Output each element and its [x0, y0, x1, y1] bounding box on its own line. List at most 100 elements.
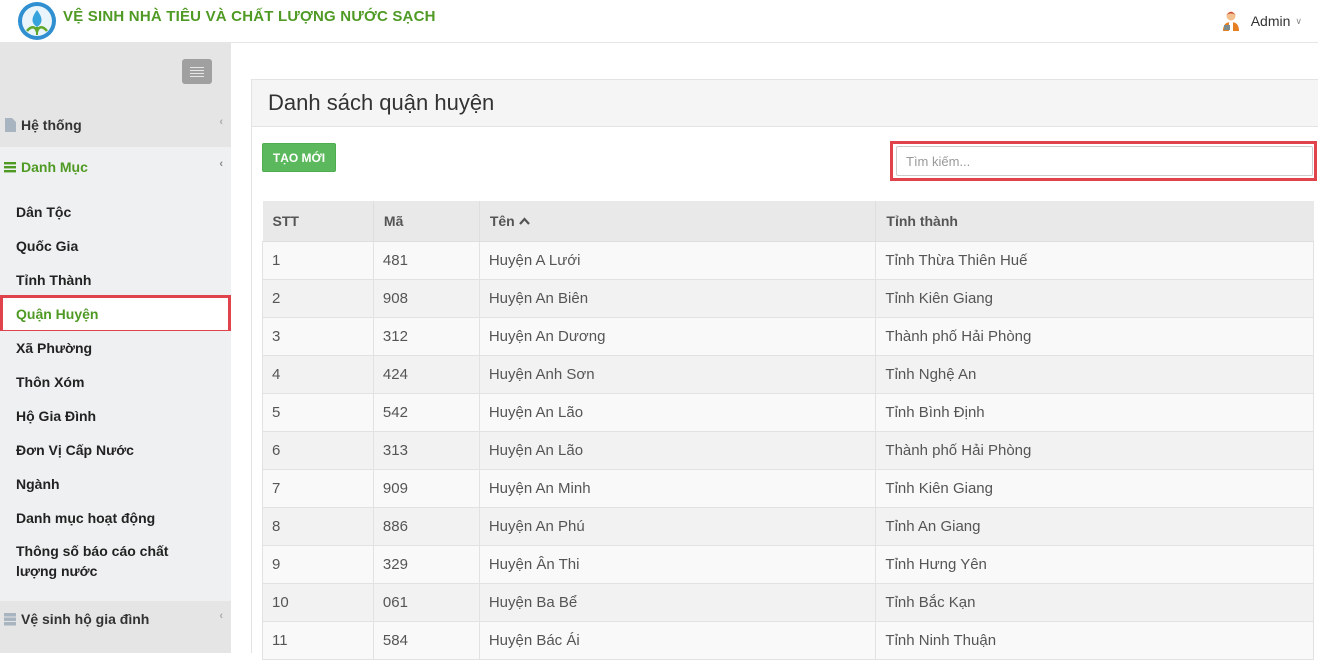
cell-stt: 8	[262, 507, 374, 546]
chevron-down-icon[interactable]: ∨	[1295, 16, 1302, 27]
table-row[interactable]: 5 542 Huyện An Lão Tỉnh Bình Định	[262, 393, 1314, 432]
sidebar-item-xa-phuong[interactable]: Xã Phường	[0, 331, 231, 365]
cell-ten: Huyện An Phú	[478, 507, 876, 546]
table-row[interactable]: 9 329 Huyện Ân Thi Tỉnh Hưng Yên	[262, 545, 1314, 584]
column-header-ma[interactable]: Mã	[372, 201, 480, 242]
cell-stt: 5	[262, 393, 374, 432]
table-body: 1 481 Huyện A Lưới Tỉnh Thừa Thiên Huế 2 908 H…	[262, 241, 1314, 660]
table-header-row: STT Mã Tên Tỉnh thành	[262, 201, 1314, 242]
cell-stt: 6	[262, 431, 374, 470]
cell-ma: 908	[372, 279, 480, 318]
sidebar-group-danh-muc[interactable]: Danh Mục ‹	[0, 147, 231, 187]
cell-ma: 312	[372, 317, 480, 356]
sort-ascending-icon	[518, 217, 530, 225]
sidebar-item-tinh-thanh[interactable]: Tỉnh Thành	[0, 263, 231, 297]
cell-stt: 9	[262, 545, 374, 584]
main-panel: Danh sách quận huyện TẠO MỚI STT Mã Tên …	[251, 79, 1318, 660]
district-table: STT Mã Tên Tỉnh thành 1 481 Huyện A Lưới Tỉ…	[262, 201, 1314, 660]
table-row[interactable]: 4 424 Huyện Anh Sơn Tỉnh Nghệ An	[262, 355, 1314, 394]
logo-icon[interactable]	[17, 1, 57, 41]
user-name[interactable]: Admin	[1251, 13, 1291, 29]
page-title: Danh sách quận huyện	[268, 90, 495, 115]
cell-ma: 424	[372, 355, 480, 394]
cell-tinh-thanh: Thành phố Hải Phòng	[875, 317, 1314, 356]
cell-stt: 2	[262, 279, 374, 318]
chevron-left-icon: ‹	[219, 116, 223, 128]
menu-toggle-button[interactable]	[182, 59, 212, 84]
cell-stt: 7	[262, 469, 374, 508]
cell-tinh-thanh: Tỉnh Kiên Giang	[875, 469, 1314, 508]
hamburger-icon-line	[190, 75, 204, 77]
cell-tinh-thanh: Tỉnh Ninh Thuận	[875, 621, 1314, 660]
server-icon	[4, 613, 16, 626]
search-input[interactable]	[896, 146, 1313, 176]
cell-ma: 329	[372, 545, 480, 584]
sidebar-item-don-vi-cap-nuoc[interactable]: Đơn Vị Cấp Nước	[0, 433, 231, 467]
cell-ten: Huyện An Lão	[478, 431, 876, 470]
table-row[interactable]: 11 584 Huyện Bác Ái Tỉnh Ninh Thuận	[262, 621, 1314, 660]
cell-ma: 481	[372, 241, 480, 280]
sidebar-group-ve-sinh-ho-gia-dinh[interactable]: Vệ sinh hộ gia đình ‹	[0, 599, 231, 639]
table-row[interactable]: 2 908 Huyện An Biên Tỉnh Kiên Giang	[262, 279, 1314, 318]
cell-tinh-thanh: Tỉnh Hưng Yên	[875, 545, 1314, 584]
cell-ten: Huyện Bác Ái	[478, 621, 876, 660]
column-header-tinh-thanh[interactable]: Tỉnh thành	[875, 201, 1314, 242]
column-header-ten-label: Tên	[489, 212, 515, 229]
table-row[interactable]: 7 909 Huyện An Minh Tỉnh Kiên Giang	[262, 469, 1314, 508]
table-row[interactable]: 8 886 Huyện An Phú Tỉnh An Giang	[262, 507, 1314, 546]
cell-ten: Huyện An Lão	[478, 393, 876, 432]
cell-ten: Huyện Ân Thi	[478, 545, 876, 584]
hamburger-icon-line	[190, 66, 204, 68]
cell-tinh-thanh: Thành phố Hải Phòng	[875, 431, 1314, 470]
sidebar-item-danh-muc-hoat-dong[interactable]: Danh mục hoạt động	[0, 501, 231, 535]
cell-ma: 886	[372, 507, 480, 546]
cell-ten: Huyện An Minh	[478, 469, 876, 508]
cell-tinh-thanh: Tỉnh Kiên Giang	[875, 279, 1314, 318]
sidebar-group-he-thong[interactable]: Hệ thống ‹	[0, 105, 231, 145]
sidebar-item-thon-xom[interactable]: Thôn Xóm	[0, 365, 231, 399]
top-navbar: VỆ SINH NHÀ TIÊU VÀ CHẤT LƯỢNG NƯỚC SẠCH…	[0, 0, 1318, 43]
cell-ten: Huyện Ba Bể	[478, 583, 876, 622]
column-header-stt[interactable]: STT	[262, 201, 374, 242]
cell-tinh-thanh: Tỉnh An Giang	[875, 507, 1314, 546]
sidebar-item-dan-toc[interactable]: Dân Tộc	[0, 195, 231, 229]
cell-ma: 909	[372, 469, 480, 508]
cell-tinh-thanh: Tỉnh Bắc Kạn	[875, 583, 1314, 622]
cell-stt: 3	[262, 317, 374, 356]
cell-tinh-thanh: Tỉnh Bình Định	[875, 393, 1314, 432]
panel-header: Danh sách quận huyện	[252, 80, 1318, 127]
table-row[interactable]: 3 312 Huyện An Dương Thành phố Hải Phòng	[262, 317, 1314, 356]
app-title: VỆ SINH NHÀ TIÊU VÀ CHẤT LƯỢNG NƯỚC SẠCH	[63, 8, 436, 25]
sidebar-item-thong-so-bao-cao[interactable]: Thông số báo cáo chất lượng nước	[0, 535, 200, 585]
user-menu[interactable]: Admin ∨	[1220, 9, 1302, 33]
sidebar-item-quoc-gia[interactable]: Quốc Gia	[0, 229, 231, 263]
sidebar-item-quan-huyen[interactable]: Quận Huyện	[0, 295, 231, 333]
chevron-left-icon: ‹	[219, 158, 223, 170]
table-row[interactable]: 10 061 Huyện Ba Bể Tỉnh Bắc Kạn	[262, 583, 1314, 622]
sidebar-item-nganh[interactable]: Ngành	[0, 467, 231, 501]
table-row[interactable]: 1 481 Huyện A Lưới Tỉnh Thừa Thiên Huế	[262, 241, 1314, 280]
create-new-button[interactable]: TẠO MỚI	[262, 143, 336, 172]
cell-tinh-thanh: Tỉnh Thừa Thiên Huế	[875, 241, 1314, 280]
cell-stt: 10	[262, 583, 374, 622]
cell-ma: 313	[372, 431, 480, 470]
hamburger-icon-line	[190, 72, 204, 74]
sidebar-item-ho-gia-dinh[interactable]: Hộ Gia Đình	[0, 399, 231, 433]
cell-ten: Huyện An Dương	[478, 317, 876, 356]
column-header-ten[interactable]: Tên	[478, 201, 876, 242]
search-highlight	[890, 141, 1317, 181]
cell-ma: 584	[372, 621, 480, 660]
sidebar-submenu: Dân Tộc Quốc Gia Tỉnh Thành Quận Huyện X…	[0, 187, 231, 601]
hamburger-icon-line	[190, 69, 204, 71]
cell-ma: 542	[372, 393, 480, 432]
chevron-left-icon: ‹	[219, 610, 223, 622]
user-avatar-icon	[1222, 11, 1239, 31]
cell-tinh-thanh: Tỉnh Nghệ An	[875, 355, 1314, 394]
cell-ten: Huyện A Lưới	[478, 241, 876, 280]
sidebar: Hệ thống ‹ Danh Mục ‹ Dân Tộc Quốc Gia T…	[0, 43, 231, 653]
cell-stt: 11	[262, 621, 374, 660]
cell-ten: Huyện Anh Sơn	[478, 355, 876, 394]
table-row[interactable]: 6 313 Huyện An Lão Thành phố Hải Phòng	[262, 431, 1314, 470]
list-icon	[4, 162, 16, 173]
sidebar-group-label: Danh Mục	[21, 159, 88, 175]
